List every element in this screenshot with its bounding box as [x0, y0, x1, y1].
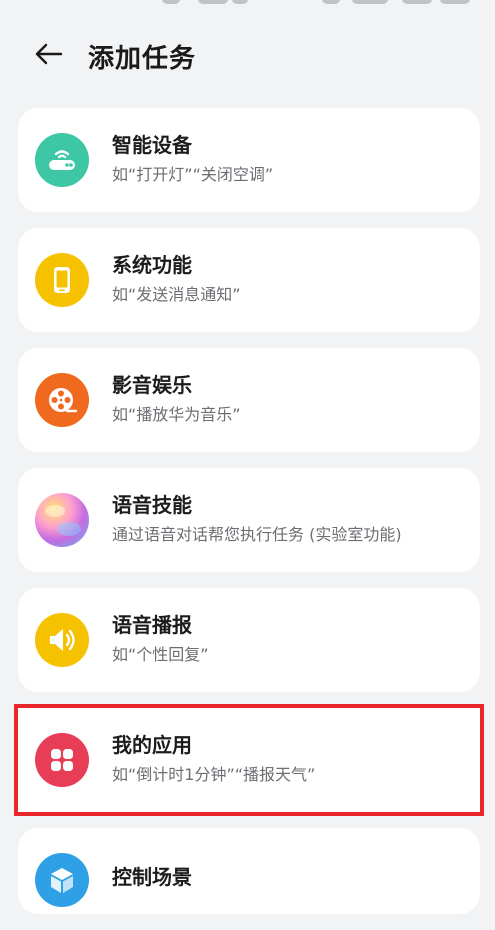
apps-grid-icon	[35, 733, 89, 787]
page-title: 添加任务	[88, 44, 197, 74]
task-type-list: 智能设备 如“打开灯”“关闭空调” 系统功能 如“发送消息通知” 影音娱乐 如“…	[14, 108, 484, 930]
task-type-control-scene[interactable]: 控制场景	[18, 828, 480, 914]
task-type-system-function[interactable]: 系统功能 如“发送消息通知”	[18, 228, 480, 332]
back-arrow-icon	[35, 43, 63, 65]
speaker-icon	[35, 613, 89, 667]
status-bar	[0, 0, 495, 14]
item-description: 如“倒计时1分钟”“播报天气”	[112, 765, 316, 784]
task-type-smart-device[interactable]: 智能设备 如“打开灯”“关闭空调”	[18, 108, 480, 212]
router-icon	[35, 133, 89, 187]
item-description: 如“发送消息通知”	[112, 285, 241, 304]
item-title: 系统功能	[112, 253, 192, 277]
item-title: 影音娱乐	[112, 373, 192, 397]
cube-icon	[35, 853, 89, 907]
back-button[interactable]	[28, 36, 68, 72]
item-description: 如“打开灯”“关闭空调”	[112, 165, 274, 184]
voice-assistant-icon	[35, 493, 89, 547]
task-type-voice-skill[interactable]: 语音技能 通过语音对话帮您执行任务 (实验室功能)	[18, 468, 480, 572]
task-type-media-entertainment[interactable]: 影音娱乐 如“播放华为音乐”	[18, 348, 480, 452]
task-type-voice-broadcast[interactable]: 语音播报 如“个性回复”	[18, 588, 480, 692]
item-description: 如“播放华为音乐”	[112, 405, 241, 424]
item-description: 如“个性回复”	[112, 645, 209, 664]
item-description: 通过语音对话帮您执行任务 (实验室功能)	[112, 525, 402, 544]
header: 添加任务	[0, 22, 495, 86]
film-reel-icon	[35, 373, 89, 427]
phone-icon	[35, 253, 89, 307]
task-type-my-apps[interactable]: 我的应用 如“倒计时1分钟”“播报天气”	[14, 704, 484, 816]
item-title: 语音技能	[112, 493, 192, 517]
item-title: 控制场景	[112, 865, 192, 889]
item-title: 语音播报	[112, 613, 192, 637]
item-title: 我的应用	[112, 733, 192, 757]
item-title: 智能设备	[112, 133, 192, 157]
